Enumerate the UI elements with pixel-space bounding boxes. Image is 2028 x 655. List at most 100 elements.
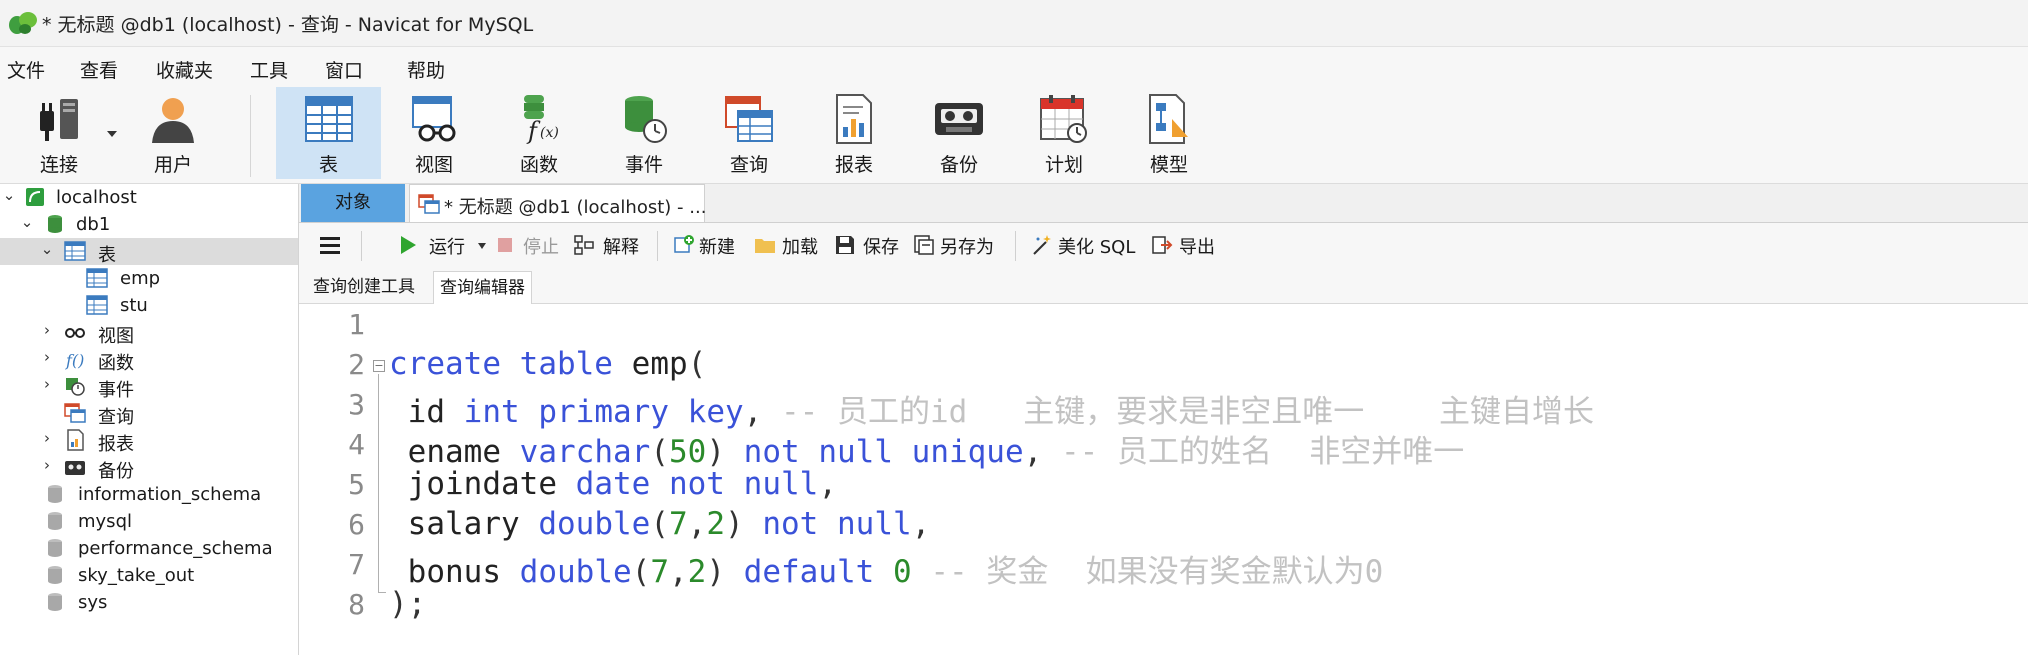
chevron-down-icon[interactable]: ⌄ — [2, 188, 16, 203]
query-button[interactable]: 查询 — [707, 87, 791, 179]
function-icon: f (x) — [524, 95, 559, 145]
tree-label-table: stu — [120, 295, 148, 316]
tree-node-views[interactable]: › 视图 — [0, 319, 298, 348]
report-button[interactable]: 报表 — [812, 87, 896, 179]
tab-objects[interactable]: 对象 — [301, 184, 405, 222]
sql-punctuation: , — [1023, 434, 1061, 470]
toolbar-divider — [361, 231, 362, 261]
code-line-8: ); — [389, 586, 426, 622]
line-number: 7 — [348, 548, 365, 581]
stop-button[interactable]: 停止 — [497, 223, 567, 267]
table-icon — [86, 268, 108, 288]
explain-button[interactable]: 解释 — [573, 223, 645, 267]
connect-button[interactable]: 连接 — [18, 87, 100, 179]
chevron-down-icon[interactable]: ⌄ — [20, 215, 34, 230]
tree-node-queries[interactable]: 查询 — [0, 400, 298, 428]
tree-label-node: 查询 — [98, 407, 134, 428]
menu-window[interactable]: 窗口 — [325, 56, 363, 83]
tree-node-events[interactable]: › 事件 — [0, 373, 298, 402]
tree-node-database[interactable]: sky_take_out — [0, 562, 298, 589]
chevron-right-icon[interactable]: › — [40, 431, 54, 446]
sql-punctuation: ( — [687, 346, 707, 382]
tree-node-database[interactable]: information_schema — [0, 481, 298, 508]
code-line-6: salary double(7,2) not null, — [389, 506, 931, 542]
code-line-5: joindate date not null, — [389, 466, 837, 502]
sql-keyword: date — [575, 466, 651, 502]
chevron-down-icon[interactable] — [477, 242, 487, 250]
tree-node-table-emp[interactable]: emp — [0, 265, 298, 292]
tree-node-database[interactable]: mysql — [0, 508, 298, 535]
table-button[interactable]: 表 — [276, 87, 381, 179]
menu-favorites[interactable]: 收藏夹 — [156, 56, 213, 83]
sql-keyword: not — [743, 434, 800, 470]
fold-toggle-icon[interactable]: − — [373, 360, 385, 372]
line-number: 4 — [348, 428, 365, 461]
tree-node-database[interactable]: performance_schema — [0, 535, 298, 562]
chevron-right-icon[interactable]: › — [40, 350, 54, 365]
sql-punctuation — [669, 394, 688, 430]
save-as-icon — [914, 235, 934, 255]
sql-keyword: unique — [911, 434, 1024, 470]
event-button[interactable]: 事件 — [602, 87, 686, 179]
backup-button[interactable]: 备份 — [917, 87, 1001, 179]
chevron-right-icon[interactable]: › — [40, 458, 54, 473]
sql-punctuation — [389, 554, 408, 590]
chevron-down-icon[interactable] — [106, 129, 118, 139]
event-clock-icon — [625, 96, 667, 143]
tree-node-tables[interactable]: ⌄ 表 — [0, 238, 298, 266]
sql-punctuation — [874, 554, 893, 590]
svg-text:f: f — [526, 117, 541, 145]
new-button[interactable]: 新建 — [673, 223, 743, 267]
chevron-right-icon[interactable]: › — [40, 377, 54, 392]
sql-punctuation: ) — [725, 506, 763, 542]
navicat-logo-icon — [9, 12, 37, 34]
sql-identifier: bonus — [407, 554, 501, 590]
tree-node-database[interactable]: sys — [0, 589, 298, 616]
export-button[interactable]: 导出 — [1151, 223, 1223, 267]
chevron-down-icon[interactable]: ⌄ — [40, 242, 54, 257]
save-as-button[interactable]: 另存为 — [914, 223, 1004, 267]
function-label: 函数 — [519, 154, 558, 176]
main-toolbar: 连接 用户 表 视图 f (x) 函数 事件 查询 报表 备份 计划 模型 — [0, 87, 2028, 184]
database-icon — [48, 593, 62, 611]
save-button[interactable]: 保存 — [835, 223, 905, 267]
function-button[interactable]: f (x) 函数 — [497, 87, 581, 179]
tree-label-node: 事件 — [98, 380, 134, 401]
tree-node-db1[interactable]: ⌄ db1 — [0, 211, 298, 238]
tree-node-localhost[interactable]: ⌄ localhost — [0, 184, 298, 211]
report-icon — [836, 94, 872, 144]
load-button[interactable]: 加载 — [754, 223, 824, 267]
beautify-sql-button[interactable]: 美化 SQL — [1030, 223, 1142, 267]
sql-number: 2 — [687, 554, 707, 590]
stop-icon — [498, 238, 512, 252]
tab-query[interactable]: * 无标题 @db1 (localhost) - ... — [409, 184, 706, 222]
tree-node-backups[interactable]: › 备份 — [0, 454, 298, 483]
chevron-right-icon[interactable]: › — [40, 323, 54, 338]
user-button[interactable]: 用户 — [132, 87, 214, 179]
model-button[interactable]: 模型 — [1127, 87, 1211, 179]
backup-tape-icon — [935, 103, 983, 135]
query-icon — [64, 403, 86, 423]
fold-guide-end — [378, 592, 386, 593]
connection-icon — [26, 188, 44, 206]
sql-keyword: primary — [538, 394, 669, 430]
tab-query-builder[interactable]: 查询创建工具 — [307, 271, 421, 303]
view-button[interactable]: 视图 — [392, 87, 476, 179]
tree-node-reports[interactable]: › 报表 — [0, 427, 298, 455]
tree-node-functions[interactable]: › f() 函数 — [0, 346, 298, 375]
hamburger-menu-icon[interactable] — [319, 235, 341, 255]
menu-help[interactable]: 帮助 — [407, 56, 445, 83]
sql-comment: -- 员工的姓名 非空并唯一 — [1060, 434, 1465, 470]
tree-label-node: 备份 — [98, 461, 134, 482]
sql-editor[interactable]: 1 2 3 4 5 6 7 8 − create table emp( id i… — [299, 304, 2028, 655]
menu-view[interactable]: 查看 — [80, 56, 118, 83]
menu-file[interactable]: 文件 — [7, 56, 45, 83]
run-button[interactable]: 运行 — [399, 223, 489, 267]
menu-tools[interactable]: 工具 — [250, 56, 288, 83]
schedule-button[interactable]: 计划 — [1022, 87, 1106, 179]
sql-punctuation — [389, 394, 408, 430]
sql-punctuation: ); — [389, 586, 427, 622]
window-title: * 无标题 @db1 (localhost) - 查询 - Navicat fo… — [42, 14, 534, 36]
tree-node-table-stu[interactable]: stu — [0, 292, 298, 319]
tab-query-editor[interactable]: 查询编辑器 — [433, 271, 532, 304]
